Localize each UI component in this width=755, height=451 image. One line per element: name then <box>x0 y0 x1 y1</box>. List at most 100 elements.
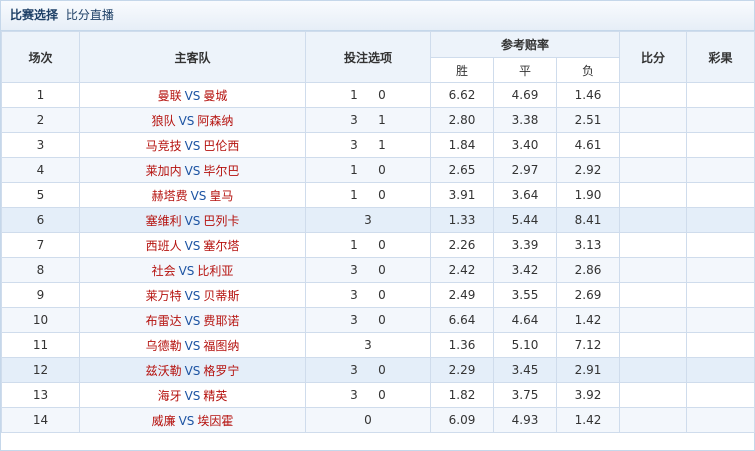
result-cell <box>686 182 755 208</box>
away-team[interactable]: 费耶诺 <box>203 314 239 328</box>
table-row[interactable]: 13 海牙 VS 精英 3 0 1.82 3.75 3.92 <box>1 382 755 408</box>
bet-option[interactable]: 3 <box>345 388 363 402</box>
bet-option[interactable]: 0 <box>373 363 391 377</box>
tab-match-selection[interactable]: 比赛选择 <box>10 8 58 22</box>
home-team[interactable]: 狼队 <box>152 114 176 128</box>
table-row[interactable]: 9 莱万特 VS 贝蒂斯 3 0 2.49 3.55 2.69 <box>1 282 755 308</box>
bet-option[interactable]: 3 <box>345 263 363 277</box>
table-row[interactable]: 5 赫塔费 VS 皇马 1 0 3.91 3.64 1.90 <box>1 182 755 208</box>
result-cell <box>686 257 755 283</box>
home-team[interactable]: 威廉 <box>152 414 176 428</box>
odds-win: 1.82 <box>430 382 494 408</box>
table-row[interactable]: 6 塞维利 VS 巴列卡 3 1.33 5.44 8.41 <box>1 207 755 233</box>
bet-option[interactable]: 3 <box>345 288 363 302</box>
bet-options-cell: 30 <box>305 382 431 408</box>
home-team[interactable]: 兹沃勒 <box>146 364 182 378</box>
odds-draw: 3.39 <box>493 232 557 258</box>
away-team[interactable]: 格罗宁 <box>203 364 239 378</box>
match-cell: 赫塔费 VS 皇马 <box>79 182 306 208</box>
bet-option[interactable]: 1 <box>373 113 391 127</box>
bet-option[interactable]: 1 <box>345 188 363 202</box>
table-row[interactable]: 12 兹沃勒 VS 格罗宁 3 0 2.29 3.45 2.91 <box>1 357 755 383</box>
odds-draw: 5.10 <box>493 332 557 358</box>
home-team[interactable]: 布雷达 <box>146 314 182 328</box>
away-team[interactable]: 阿森纳 <box>197 114 233 128</box>
table-row[interactable]: 4 莱加内 VS 毕尔巴 1 0 2.65 2.97 2.92 <box>1 157 755 183</box>
odds-win: 3.91 <box>430 182 494 208</box>
score-cell <box>619 232 688 258</box>
vs-label: VS <box>184 338 201 353</box>
bet-options-cell: 30 <box>305 307 431 333</box>
bet-option[interactable]: 1 <box>345 88 363 102</box>
home-team[interactable]: 海牙 <box>158 389 182 403</box>
odds-draw: 3.64 <box>493 182 557 208</box>
result-cell <box>686 307 755 333</box>
bet-option[interactable]: 3 <box>345 363 363 377</box>
home-team[interactable]: 莱万特 <box>146 289 182 303</box>
table-row[interactable]: 10 布雷达 VS 费耶诺 3 0 6.64 4.64 1.42 <box>1 307 755 333</box>
away-team[interactable]: 比利亚 <box>197 264 233 278</box>
match-index: 11 <box>1 332 80 358</box>
result-cell <box>686 232 755 258</box>
score-cell <box>619 207 688 233</box>
bet-option[interactable]: 3 <box>345 113 363 127</box>
home-team[interactable]: 莱加内 <box>146 164 182 178</box>
vs-label: VS <box>184 388 201 403</box>
panel-header: 比赛选择 比分直播 <box>1 1 754 31</box>
odds-win: 6.09 <box>430 407 494 433</box>
home-team[interactable]: 西班人 <box>146 239 182 253</box>
bet-option[interactable]: 0 <box>373 288 391 302</box>
match-cell: 狼队 VS 阿森纳 <box>79 107 306 133</box>
away-team[interactable]: 福图纳 <box>203 339 239 353</box>
home-team[interactable]: 社会 <box>152 264 176 278</box>
home-team[interactable]: 乌德勒 <box>146 339 182 353</box>
away-team[interactable]: 精英 <box>203 389 227 403</box>
bet-option[interactable]: 3 <box>359 213 377 227</box>
vs-label: VS <box>178 113 195 128</box>
table-row[interactable]: 2 狼队 VS 阿森纳 3 1 2.80 3.38 2.51 <box>1 107 755 133</box>
home-team[interactable]: 马竞技 <box>146 139 182 153</box>
odds-win: 1.84 <box>430 132 494 158</box>
bet-option[interactable]: 1 <box>373 138 391 152</box>
table-row[interactable]: 7 西班人 VS 塞尔塔 1 0 2.26 3.39 3.13 <box>1 232 755 258</box>
bet-option[interactable]: 1 <box>345 238 363 252</box>
bet-option[interactable]: 1 <box>345 163 363 177</box>
bet-option[interactable]: 0 <box>359 413 377 427</box>
bet-option[interactable]: 0 <box>373 263 391 277</box>
away-team[interactable]: 巴伦西 <box>203 139 239 153</box>
table-row[interactable]: 1 曼联 VS 曼城 1 0 6.62 4.69 1.46 <box>1 82 755 108</box>
away-team[interactable]: 皇马 <box>209 189 233 203</box>
table-row[interactable]: 11 乌德勒 VS 福图纳 3 1.36 5.10 7.12 <box>1 332 755 358</box>
bet-option[interactable]: 0 <box>373 313 391 327</box>
tab-live-score[interactable]: 比分直播 <box>66 8 114 22</box>
bet-option[interactable]: 0 <box>373 238 391 252</box>
table-row[interactable]: 14 威廉 VS 埃因霍 0 6.09 4.93 1.42 <box>1 407 755 433</box>
away-team[interactable]: 毕尔巴 <box>203 164 239 178</box>
bet-option[interactable]: 3 <box>345 138 363 152</box>
bet-option[interactable]: 3 <box>345 313 363 327</box>
bet-option[interactable]: 0 <box>373 388 391 402</box>
away-team[interactable]: 巴列卡 <box>203 214 239 228</box>
bet-options-cell: 10 <box>305 232 431 258</box>
table-row[interactable]: 8 社会 VS 比利亚 3 0 2.42 3.42 2.86 <box>1 257 755 283</box>
away-team[interactable]: 埃因霍 <box>197 414 233 428</box>
odds-win: 6.64 <box>430 307 494 333</box>
bet-options-cell: 31 <box>305 132 431 158</box>
match-index: 12 <box>1 357 80 383</box>
odds-lose: 2.86 <box>555 257 621 283</box>
odds-win: 1.36 <box>430 332 494 358</box>
away-team[interactable]: 曼城 <box>203 89 227 103</box>
match-selection-panel: 比赛选择 比分直播 场次 主客队 投注选项 参考赔率 比分 彩果 胜 平 负 1… <box>0 0 755 451</box>
home-team[interactable]: 塞维利 <box>146 214 182 228</box>
table-row[interactable]: 3 马竞技 VS 巴伦西 3 1 1.84 3.40 4.61 <box>1 132 755 158</box>
score-cell <box>619 357 688 383</box>
bet-option[interactable]: 0 <box>373 163 391 177</box>
bet-option[interactable]: 3 <box>359 338 377 352</box>
home-team[interactable]: 曼联 <box>158 89 182 103</box>
away-team[interactable]: 塞尔塔 <box>203 239 239 253</box>
col-header-options: 投注选项 <box>305 31 431 83</box>
home-team[interactable]: 赫塔费 <box>152 189 188 203</box>
bet-option[interactable]: 0 <box>373 88 391 102</box>
bet-option[interactable]: 0 <box>373 188 391 202</box>
away-team[interactable]: 贝蒂斯 <box>203 289 239 303</box>
